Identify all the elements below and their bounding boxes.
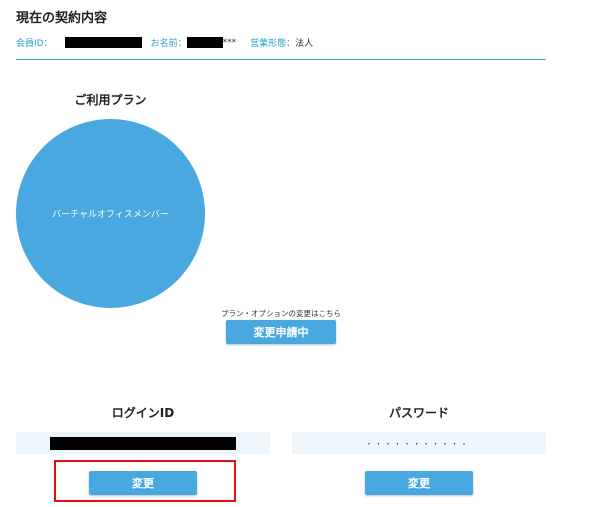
login-id-field [16,432,270,454]
plan-heading: ご利用プラン [74,93,147,107]
login-id-heading: ログインID [111,406,175,420]
change-password-button[interactable]: 変更 [365,471,473,495]
section-divider [16,59,546,60]
plan-change-note: プラン・オプションの変更はこちら [221,309,341,318]
plan-circle: バーチャルオフィスメンバー [16,119,205,308]
member-id-redacted [64,37,142,48]
change-request-button[interactable]: 変更申請中 [226,320,336,344]
business-type-value: 法人 [295,39,314,49]
password-masked-value: ･･･････････ [366,439,472,450]
login-id-redacted [50,436,236,450]
member-info-row: 会員ID： お名前： *** 営業形態： 法人 [16,36,313,49]
name-redacted [186,37,223,48]
business-type-label: 営業形態： [250,39,296,49]
name-label: お名前： [150,39,187,49]
plan-name: バーチャルオフィスメンバー [52,210,169,220]
change-login-id-button[interactable]: 変更 [89,471,197,495]
password-field: ･･･････････ [292,432,546,454]
name-suffix: *** [222,37,237,48]
password-heading: パスワード [388,406,449,420]
page-title: 現在の契約内容 [16,11,108,26]
member-id-label: 会員ID： [16,39,53,49]
